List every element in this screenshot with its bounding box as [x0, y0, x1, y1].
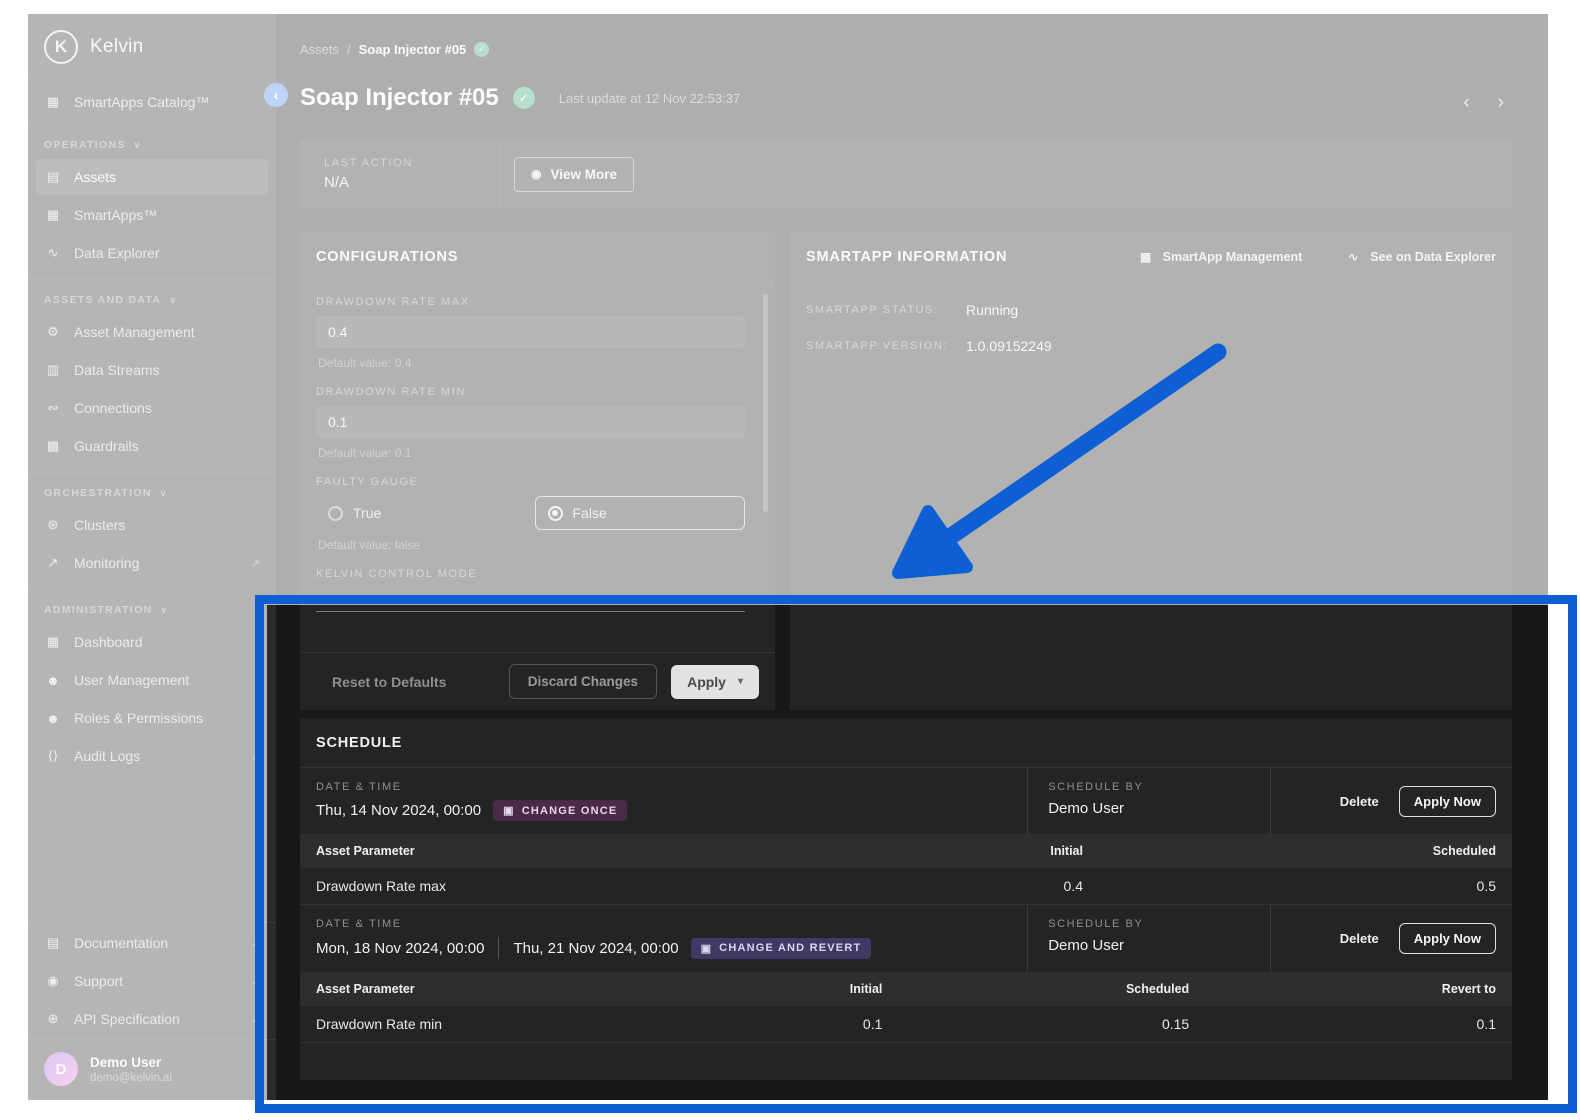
arrow-annotation [892, 343, 1227, 579]
dim-overlay-top [28, 14, 1548, 605]
dim-overlay-left [28, 605, 267, 1100]
screenshot-root: { "colors": { "annotation_blue": "#0d5fd… [0, 0, 1580, 1120]
highlight-rectangle-annotation [255, 595, 1577, 1113]
